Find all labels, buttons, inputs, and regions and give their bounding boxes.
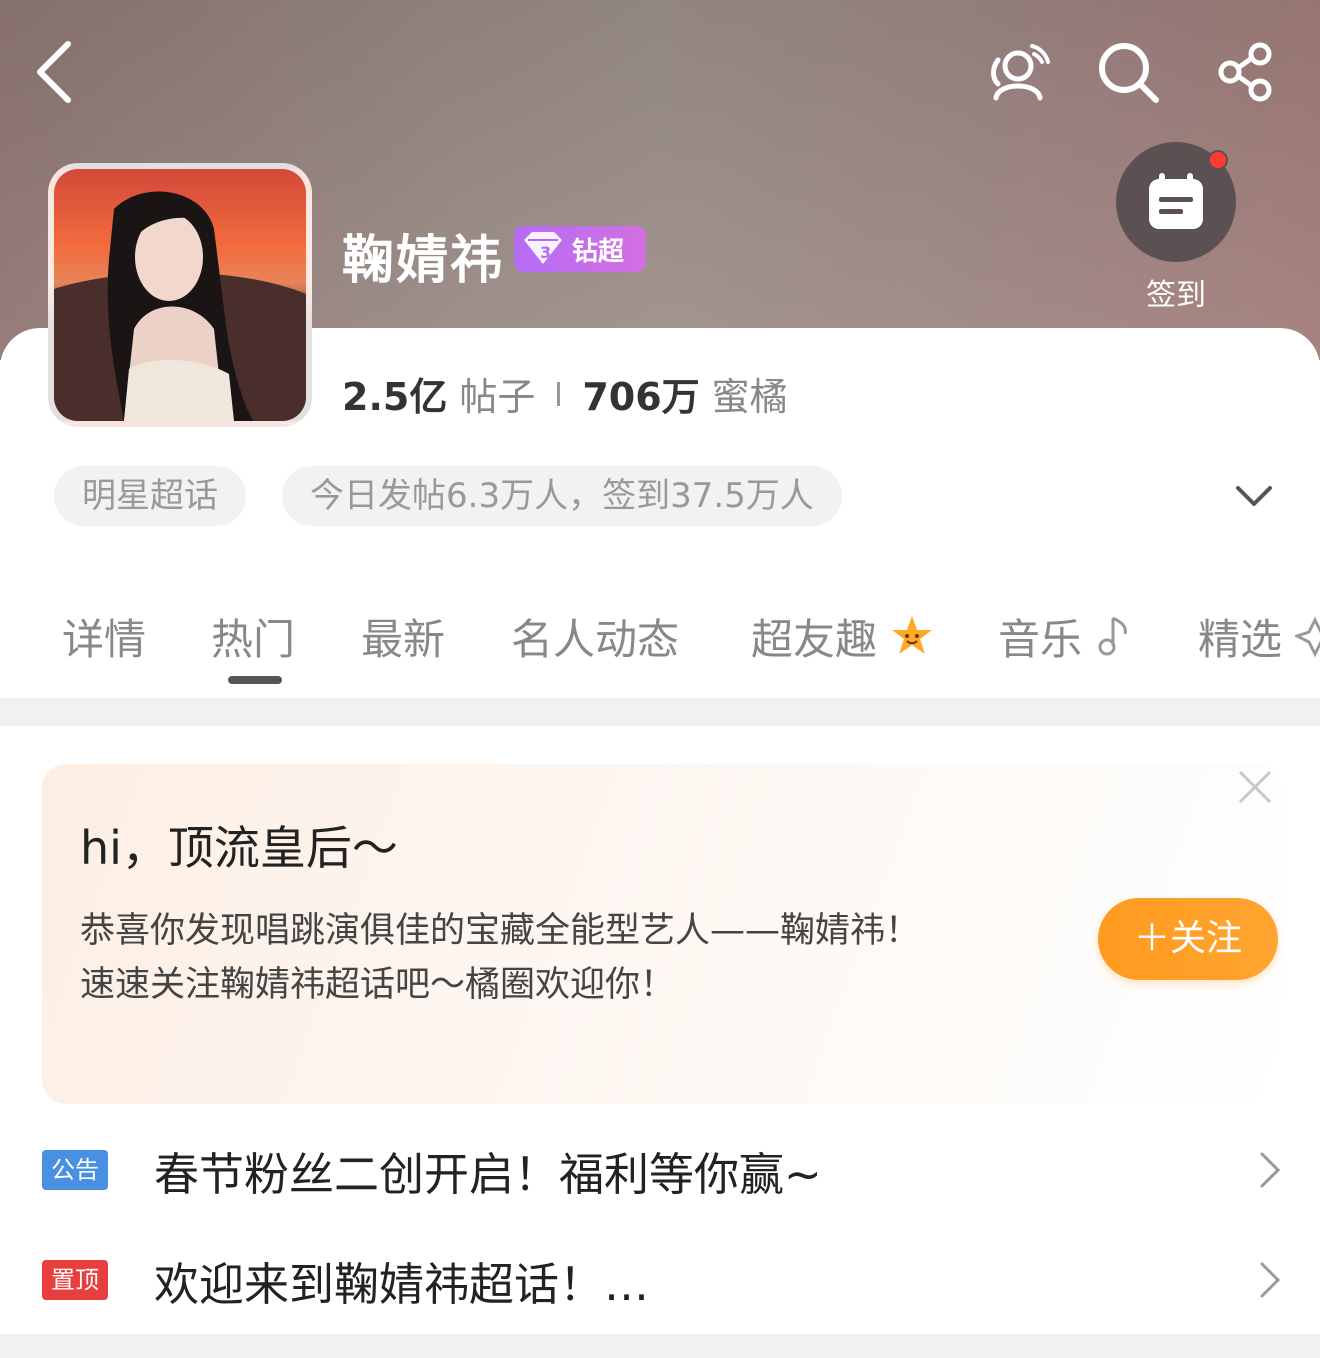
fans-count: 706万 — [582, 375, 700, 419]
announcement-row[interactable]: 公告 春节粉丝二创开启！福利等你赢~ — [0, 1130, 1320, 1210]
welcome-greeting: hi，顶流皇后～ — [80, 821, 398, 875]
category-tag[interactable]: 明星超话 — [54, 466, 246, 526]
diamond-super-badge[interactable]: 3 钻超 — [514, 226, 646, 272]
fans-label: 蜜橘 — [711, 375, 788, 419]
svg-text:3: 3 — [540, 243, 551, 262]
welcome-message: 恭喜你发现唱跳演俱佳的宝藏全能型艺人——鞠婧祎！ 速速关注鞠婧祎超话吧～橘圈欢迎… — [80, 904, 940, 1012]
search-icon[interactable] — [1092, 36, 1164, 108]
today-activity-tag[interactable]: 今日发帖6.3万人，签到37.5万人 — [282, 466, 842, 526]
avatar[interactable] — [48, 163, 312, 427]
posts-label: 帖子 — [459, 375, 536, 419]
tab-music-label: 音乐 — [998, 615, 1083, 664]
group-chat-icon[interactable] — [982, 36, 1054, 108]
section-divider — [0, 698, 1320, 726]
checkin-label: 签到 — [1146, 278, 1206, 313]
welcome-line-2: 速速关注鞠婧祎超话吧～橘圈欢迎你！ — [80, 965, 676, 1005]
share-icon[interactable] — [1210, 36, 1282, 108]
tab-details[interactable]: 详情 — [62, 606, 146, 667]
calendar-icon — [1149, 173, 1203, 229]
chevron-right-icon — [1260, 1262, 1281, 1298]
tab-music[interactable]: 音乐 — [998, 606, 1133, 667]
pinned-tag: 置顶 — [42, 1260, 108, 1300]
tab-super-fun[interactable]: 超友趣 — [751, 606, 934, 667]
music-note-icon — [1098, 616, 1128, 656]
tab-latest[interactable]: 最新 — [361, 606, 445, 667]
close-icon[interactable] — [1236, 768, 1274, 806]
checkin-button[interactable] — [1116, 142, 1236, 262]
notification-dot — [1208, 150, 1228, 170]
pinned-text: 欢迎来到鞠婧祎超话！… — [154, 1258, 650, 1311]
topic-stats: 2.5亿 帖子 706万 蜜橘 — [342, 366, 788, 421]
posts-count: 2.5亿 — [342, 375, 448, 419]
tab-featured[interactable]: 精选 — [1198, 606, 1320, 667]
pinned-row[interactable]: 置顶 欢迎来到鞠婧祎超话！… — [0, 1240, 1320, 1320]
chevron-right-icon — [1260, 1152, 1281, 1188]
topic-name: 鞠婧祎 — [342, 231, 505, 291]
tab-featured-label: 精选 — [1198, 615, 1283, 664]
chevron-down-icon[interactable] — [1230, 476, 1278, 516]
welcome-line-1: 恭喜你发现唱跳演俱佳的宝藏全能型艺人——鞠婧祎！ — [80, 911, 921, 951]
back-icon[interactable] — [22, 36, 94, 108]
star-icon — [892, 616, 933, 654]
tab-celebrity-news[interactable]: 名人动态 — [511, 606, 679, 667]
stats-divider — [557, 381, 561, 406]
active-tab-indicator — [228, 676, 282, 684]
badge-label: 钻超 — [572, 236, 625, 267]
announcement-text: 春节粉丝二创开启！福利等你赢~ — [154, 1148, 822, 1201]
follow-button[interactable]: ＋关注 — [1098, 898, 1278, 980]
announcement-tag: 公告 — [42, 1150, 108, 1190]
diamond-icon: 3 — [524, 232, 562, 264]
tab-bar: 详情 热门 最新 名人动态 超友趣 音乐 精选 — [0, 596, 1320, 696]
avatar-photo — [54, 191, 306, 421]
tab-super-fun-label: 超友趣 — [751, 615, 878, 664]
tab-hot[interactable]: 热门 — [211, 606, 295, 667]
sparkle-icon — [1293, 616, 1320, 658]
bottom-divider — [0, 1334, 1320, 1358]
